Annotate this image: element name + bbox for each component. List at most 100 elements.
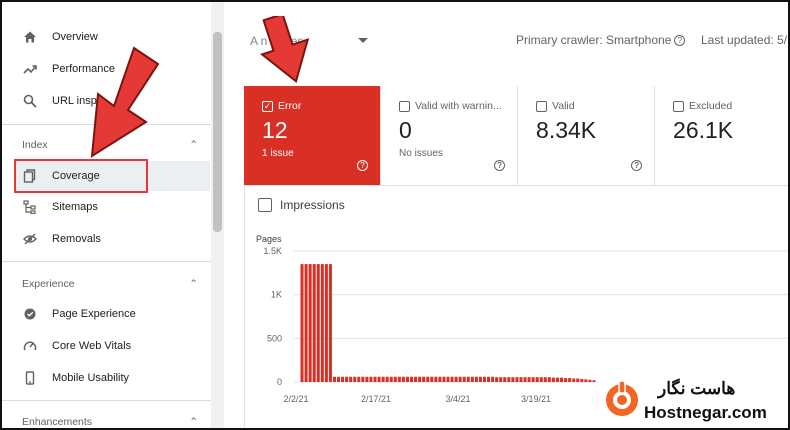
hostnegar-logo: هاست نگار Hostnegar.com xyxy=(598,373,788,428)
help-icon[interactable]: ? xyxy=(494,160,506,172)
sidebar-item-mobile-usability[interactable]: Mobile Usability xyxy=(14,363,210,393)
x-tick-label: 2/17/21 xyxy=(361,394,391,404)
chart-bar xyxy=(341,376,345,382)
sidebar-scroll-thumb[interactable] xyxy=(213,32,222,232)
chart-bar xyxy=(511,377,515,382)
sidebar-item-core-web-vitals[interactable]: Core Web Vitals xyxy=(14,331,210,361)
sidebar-item-page-experience[interactable]: Page Experience xyxy=(14,299,210,329)
chart-bar xyxy=(377,376,381,382)
chart-bar xyxy=(312,264,316,382)
sidebar-item-label: Removals xyxy=(52,233,101,245)
impressions-toggle[interactable]: Impressions xyxy=(258,198,345,212)
section-title: Experience xyxy=(22,278,75,290)
chart-bar xyxy=(568,378,572,382)
checkbox-checked-icon[interactable]: ✓ xyxy=(262,100,273,112)
chart-bar xyxy=(543,377,547,382)
screenshot-frame: Overview Performance URL inspe Index ⌃ C… xyxy=(0,0,790,430)
chart-bar xyxy=(458,376,462,382)
checkbox-icon[interactable] xyxy=(536,100,548,112)
card-error[interactable]: ✓ Error 12 1 issue ? xyxy=(244,86,382,186)
search-icon xyxy=(22,93,38,109)
chart-bar xyxy=(547,377,551,382)
chart-bar xyxy=(580,378,584,382)
chart-bar xyxy=(442,376,446,382)
chart-bar xyxy=(466,376,470,382)
chart-bar xyxy=(349,376,353,382)
chart-bar xyxy=(353,376,357,382)
sidebar-item-sitemaps[interactable]: Sitemaps xyxy=(14,192,210,222)
hostnegar-logo-icon xyxy=(606,380,638,416)
chart-bar xyxy=(588,379,592,382)
chart-bar xyxy=(515,377,519,382)
chart-bar xyxy=(345,376,349,382)
y-axis-title: Pages xyxy=(256,234,282,244)
x-tick-label: 3/19/21 xyxy=(521,394,551,404)
logo-english-text: Hostnegar.com xyxy=(644,403,767,422)
crawler-text: Primary crawler: Smartphone xyxy=(516,33,672,47)
primary-crawler: Primary crawler: Smartphone? xyxy=(516,33,686,47)
chart-bar xyxy=(462,376,466,382)
chart-bar xyxy=(324,264,328,382)
chart-bar xyxy=(373,376,377,382)
chevron-up-icon: ⌃ xyxy=(189,278,198,290)
red-arrow-icon xyxy=(90,46,160,158)
help-icon[interactable]: ? xyxy=(631,160,643,172)
card-label: Valid xyxy=(552,100,575,112)
chart-bar xyxy=(491,376,495,382)
divider xyxy=(2,261,211,262)
card-excluded[interactable]: Excluded 26.1K xyxy=(655,86,788,186)
chart-bar xyxy=(316,264,320,382)
y-tick-label: 1K xyxy=(271,290,282,300)
card-value: 26.1K xyxy=(673,117,734,143)
chart-bar xyxy=(551,377,555,382)
chart-bar xyxy=(365,376,369,382)
chart-bar xyxy=(450,376,454,382)
chart-bar xyxy=(564,378,568,382)
sidebar-item-label: Mobile Usability xyxy=(52,372,130,384)
chart-bar xyxy=(438,376,442,382)
chart-bar xyxy=(430,376,434,382)
coverage-highlight-box xyxy=(14,159,148,193)
x-tick-label: 3/4/21 xyxy=(445,394,470,404)
dropdown-caret-icon[interactable] xyxy=(358,38,368,43)
trending-up-icon xyxy=(22,61,38,77)
chart-bar xyxy=(393,376,397,382)
chart-bar xyxy=(527,377,531,382)
status-cards: ✓ Error 12 1 issue ? Valid with warnin...… xyxy=(244,86,788,186)
impressions-label: Impressions xyxy=(280,198,345,212)
chart-bar xyxy=(572,378,576,382)
chart-bar xyxy=(414,376,418,382)
sidebar-item-removals[interactable]: Removals xyxy=(14,224,210,254)
chart-bar xyxy=(401,376,405,382)
chart-bar xyxy=(584,379,588,382)
card-value: 12 xyxy=(262,117,288,143)
chart-bar xyxy=(482,376,487,382)
sidebar-item-label: Sitemaps xyxy=(52,201,98,213)
card-valid-warning[interactable]: Valid with warnin... 0 No issues ? xyxy=(381,86,519,186)
section-enhancements[interactable]: Enhancements ⌃ xyxy=(22,416,198,428)
help-icon[interactable]: ? xyxy=(674,35,686,47)
chart-bar xyxy=(389,376,393,382)
section-experience[interactable]: Experience ⌃ xyxy=(22,278,198,290)
last-updated: Last updated: 5/1 xyxy=(701,33,790,47)
phone-icon xyxy=(22,370,38,386)
chart-bar xyxy=(434,376,438,382)
red-arrow-icon xyxy=(259,16,310,83)
chart-bar xyxy=(503,377,507,382)
checkbox-icon[interactable] xyxy=(399,100,411,112)
chart-bar xyxy=(361,376,365,382)
chart-bar xyxy=(336,376,341,382)
eye-off-icon xyxy=(22,231,38,247)
chart-bar xyxy=(320,264,324,382)
card-valid[interactable]: Valid 8.34K ? xyxy=(518,86,656,186)
chart-bar xyxy=(357,376,361,382)
sitemap-icon xyxy=(22,199,38,215)
chart-bar xyxy=(426,376,430,382)
help-icon[interactable]: ? xyxy=(357,160,369,172)
checkbox-icon[interactable] xyxy=(673,100,685,112)
chart-bar xyxy=(446,376,450,382)
checkbox-icon[interactable] xyxy=(258,198,272,212)
chart-bar xyxy=(409,376,414,382)
chart-bar xyxy=(531,377,535,382)
card-label: Valid with warnin... xyxy=(415,100,502,112)
